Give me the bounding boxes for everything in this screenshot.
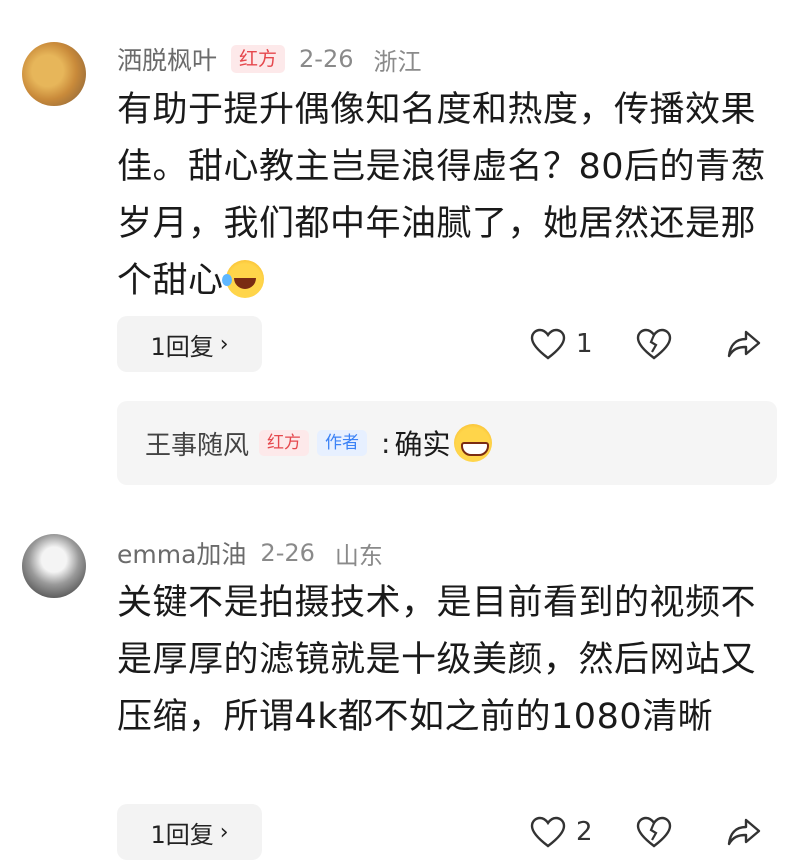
comment-meta: 洒脱枫叶 红方 2-26 浙江 [117,41,422,77]
comment-meta: emma加油 2-26 山东 [117,535,383,571]
chevron-right-icon: › [219,819,229,845]
comment-text: 关键不是拍摄技术，是目前看到的视频不是厚厚的滤镜就是十级美颜，然后网站又压缩，所… [117,583,757,737]
avatar[interactable] [22,42,86,106]
replies-label: 1回复 [150,332,214,361]
replies-button[interactable]: 1回复 › [117,804,262,860]
sub-reply-colon: : [381,426,391,460]
replies-button[interactable]: 1回复 › [117,316,262,372]
comment-date: 2-26 [260,539,315,567]
heart-icon[interactable] [530,328,566,360]
sub-reply[interactable]: 王事随风 红方 作者 : 确实 [117,401,777,485]
username[interactable]: emma加油 [117,535,246,571]
like-count: 1 [576,329,593,359]
chevron-right-icon: › [219,331,229,357]
comment-item: 洒脱枫叶 红方 2-26 浙江 有助于提升偶像知名度和热度，传播效果佳。甜心教主… [0,0,793,500]
comment-actions: 2 [530,804,762,860]
replies-label: 1回复 [150,820,214,849]
username[interactable]: 洒脱枫叶 [117,41,217,77]
comment-location: 浙江 [373,47,422,76]
comment-text: 有助于提升偶像知名度和热度，传播效果佳。甜心教主岂是浪得虚名？80后的青葱岁月，… [117,90,767,301]
side-badge: 红方 [231,44,286,74]
grinning-emoji [454,424,493,462]
comment-actions: 1 [530,316,762,372]
comment-text-block: 关键不是拍摄技术，是目前看到的视频不是厚厚的滤镜就是十级美颜，然后网站又压缩，所… [117,575,767,746]
comment-text-block: 有助于提升偶像知名度和热度，传播效果佳。甜心教主岂是浪得虚名？80后的青葱岁月，… [117,82,767,310]
share-icon[interactable] [726,328,762,360]
comment-location: 山东 [334,541,383,570]
share-icon[interactable] [726,816,762,848]
laughing-tears-emoji [221,260,264,298]
like-count: 2 [576,817,593,847]
comment-item: emma加油 2-26 山东 关键不是拍摄技术，是目前看到的视频不是厚厚的滤镜就… [0,520,793,860]
broken-heart-icon[interactable] [636,816,672,848]
sub-reply-username[interactable]: 王事随风 [145,425,249,462]
sub-reply-text: 确实 [394,428,451,461]
heart-icon[interactable] [530,816,566,848]
broken-heart-icon[interactable] [636,328,672,360]
side-badge: 红方 [259,429,310,457]
comment-date: 2-26 [299,45,354,73]
avatar[interactable] [22,534,86,598]
author-badge: 作者 [317,429,368,457]
